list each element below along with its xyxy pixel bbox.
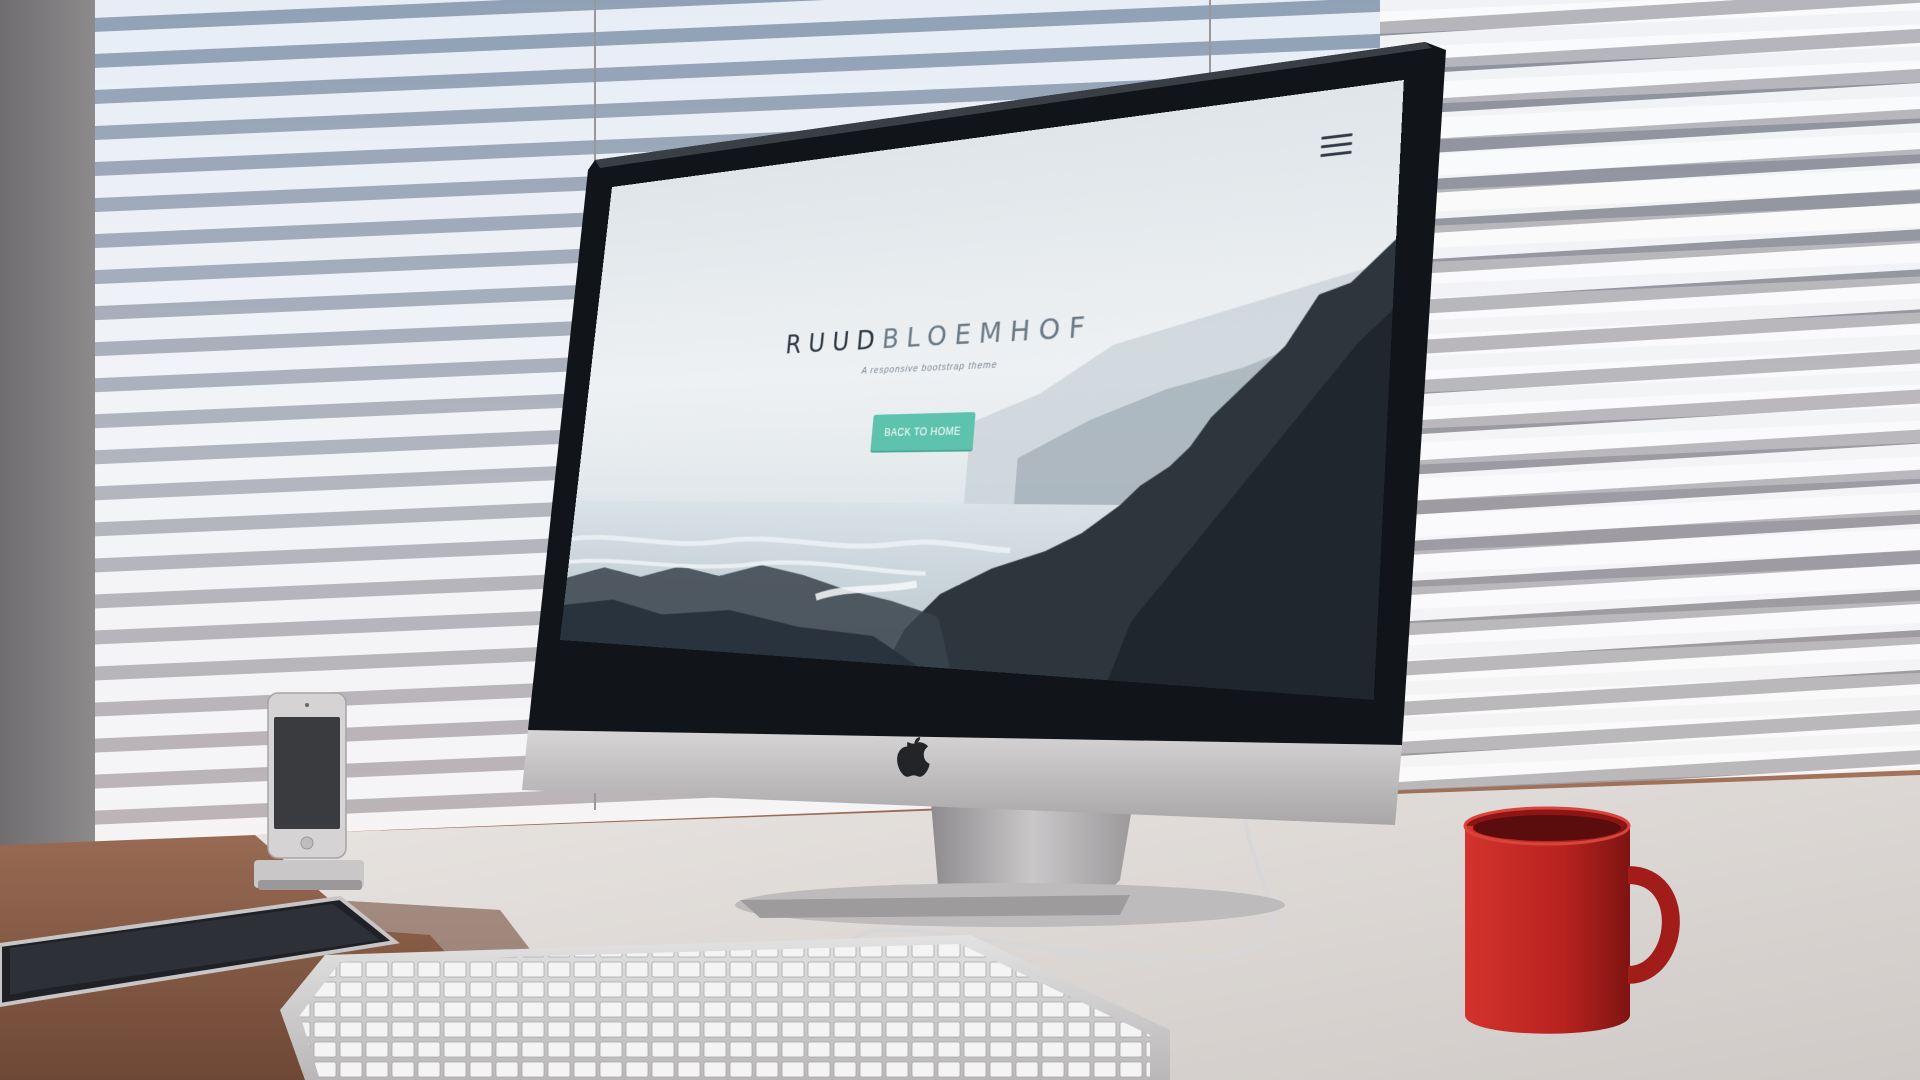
back-to-home-button[interactable]: BACK TO HOME [870,412,975,451]
brand-first-part: RUUD [784,323,883,360]
desk-scene: RUUDBLOEMHOF A responsive bootstrap them… [0,0,1920,1080]
hamburger-menu-icon[interactable] [1320,133,1352,158]
